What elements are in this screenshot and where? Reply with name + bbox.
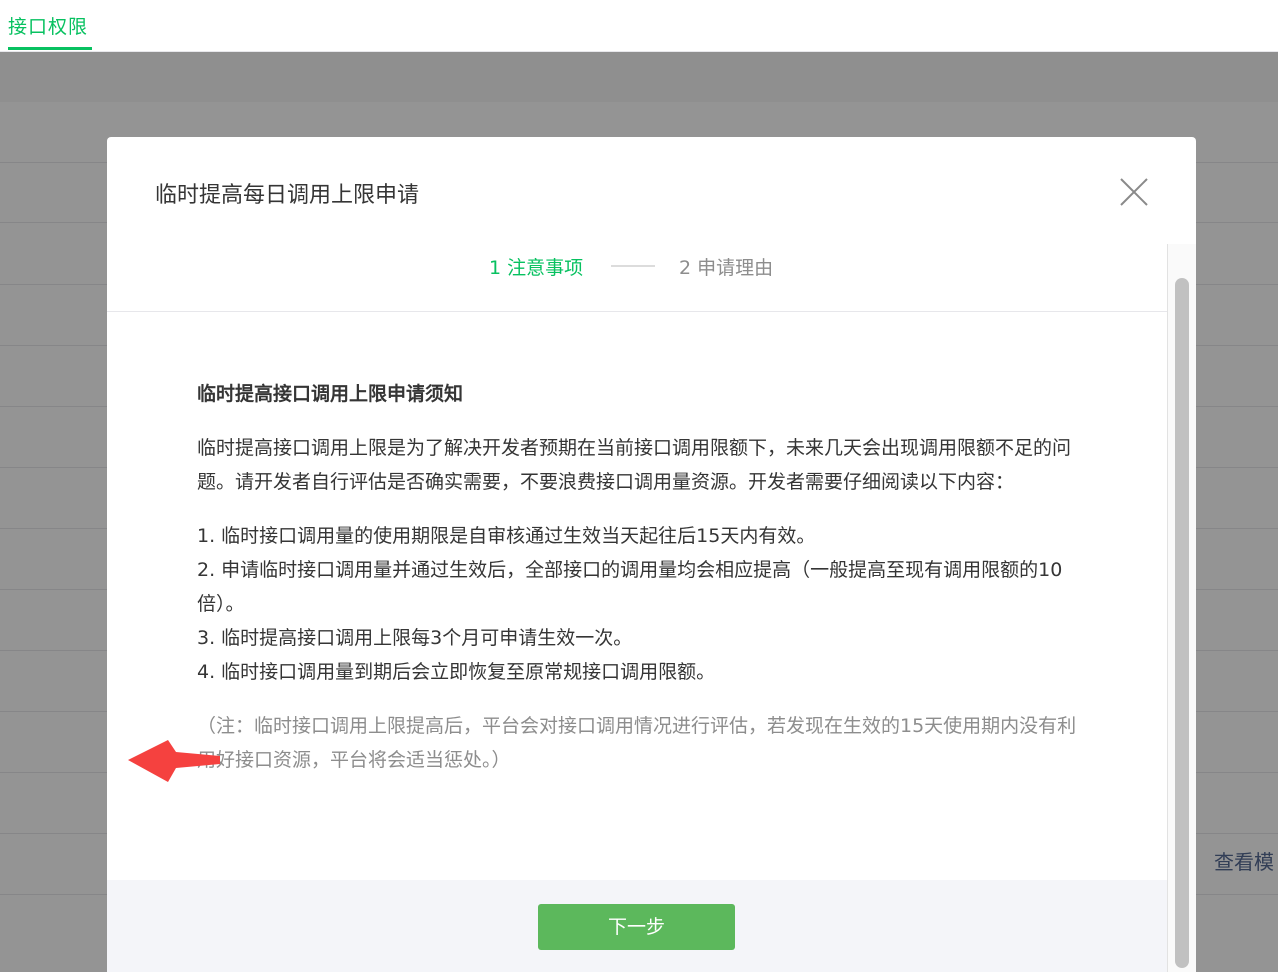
list-item: 4. 临时接口调用量到期后会立即恢复至原常规接口调用限额。	[197, 661, 716, 683]
notice-title: 临时提高接口调用上限申请须知	[197, 383, 464, 405]
dialog-footer: 下一步	[107, 880, 1167, 972]
next-step-button[interactable]: 下一步	[538, 904, 735, 950]
temp-limit-dialog: 临时提高每日调用上限申请 1 注意事项 2 申请理由 临时提高接口调用上限申请须…	[107, 137, 1196, 972]
list-item: 1. 临时接口调用量的使用期限是自审核通过生效当天起往后15天内有效。	[197, 525, 816, 547]
tab-active-underline	[8, 47, 92, 50]
notice-content: 临时提高接口调用上限申请须知 临时提高接口调用上限是为了解决开发者预期在当前接口…	[197, 377, 1077, 777]
steps-divider	[107, 311, 1167, 312]
notice-intro: 临时提高接口调用上限是为了解决开发者预期在当前接口调用限额下，未来几天会出现调用…	[197, 437, 1072, 493]
step-indicator: 1 注意事项 2 申请理由	[107, 245, 1167, 285]
notice-note: （注：临时接口调用上限提高后，平台会对接口调用情况进行评估，若发现在生效的15天…	[197, 715, 1077, 771]
dialog-title: 临时提高每日调用上限申请	[155, 183, 420, 208]
step-notice: 1 注意事项	[489, 257, 584, 279]
step-connector	[611, 265, 655, 267]
top-tab-bar: 接口权限	[0, 0, 1278, 52]
step-reason: 2 申请理由	[679, 257, 774, 279]
tab-interface-permissions[interactable]: 接口权限	[8, 12, 88, 39]
close-button[interactable]	[1115, 173, 1153, 211]
close-icon	[1120, 178, 1148, 206]
annotation-arrow-icon	[128, 740, 220, 782]
dialog-scrollbar[interactable]	[1167, 244, 1196, 972]
list-item: 2. 申请临时接口调用量并通过生效后，全部接口的调用量均会相应提高（一般提高至现…	[197, 559, 1063, 615]
scrollbar-thumb[interactable]	[1175, 278, 1189, 968]
notice-list: 1. 临时接口调用量的使用期限是自审核通过生效当天起往后15天内有效。 2. 申…	[197, 519, 1077, 689]
list-item: 3. 临时提高接口调用上限每3个月可申请生效一次。	[197, 627, 633, 649]
